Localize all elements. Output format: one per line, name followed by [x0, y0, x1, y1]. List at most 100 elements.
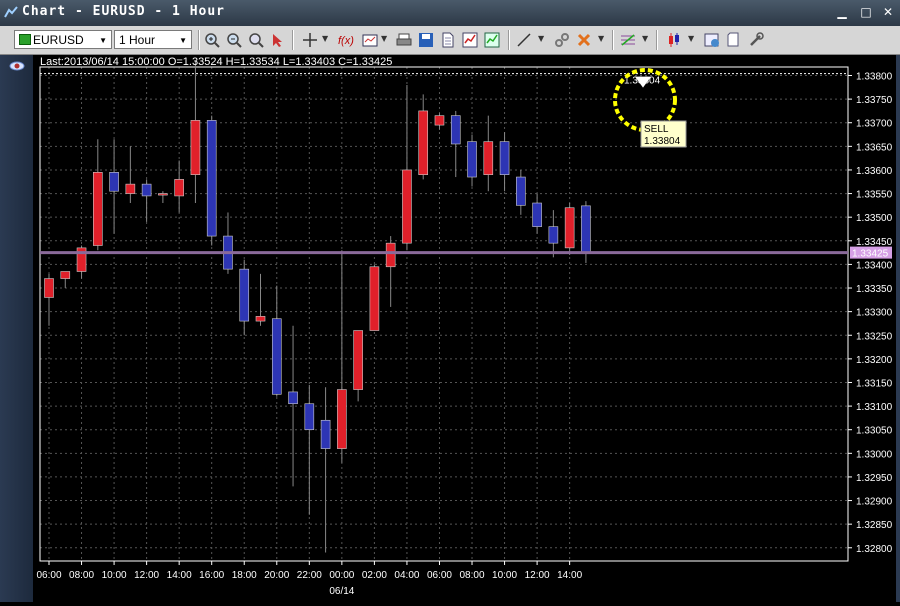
x-tick-label: 12:00	[525, 570, 550, 581]
y-tick-label: 1.33100	[856, 402, 893, 413]
y-tick-label: 1.32800	[856, 544, 893, 555]
x-tick-label: 16:00	[199, 570, 224, 581]
trendline-icon[interactable]	[516, 32, 532, 48]
close-button[interactable]: ✕	[880, 5, 896, 19]
fibonacci-dropdown-icon[interactable]: ▼	[642, 34, 648, 43]
candle-body	[337, 389, 347, 449]
y-tick-label: 1.33550	[856, 190, 893, 201]
candle-body	[369, 266, 380, 331]
document-icon[interactable]	[440, 32, 456, 48]
y-tick-label: 1.33500	[856, 213, 893, 224]
chart-line-icon[interactable]	[462, 32, 478, 48]
candle-body	[304, 403, 315, 431]
x-tick-label: 22:00	[297, 570, 322, 581]
left-sidebar	[0, 55, 33, 602]
sell-tag-price: 1.33804	[644, 136, 681, 147]
candle-body	[93, 172, 103, 246]
candles	[44, 61, 591, 553]
x-tick-label: 12:00	[134, 570, 159, 581]
delete-dropdown-icon[interactable]: ▼	[598, 34, 604, 43]
sell-tag-side: SELL	[644, 124, 669, 135]
fibonacci-icon[interactable]	[620, 32, 636, 48]
chevron-down-icon: ▼	[99, 36, 107, 45]
chevron-down-icon: ▼	[179, 36, 187, 45]
tools-icon[interactable]	[748, 32, 764, 48]
candle-body	[532, 202, 542, 227]
trendline-dropdown-icon[interactable]: ▼	[538, 34, 544, 43]
toolbar-separator	[612, 30, 614, 50]
candle-body	[125, 183, 136, 194]
overlays: 1.33804SELL1.338041.33425	[40, 68, 892, 260]
title-bar: Chart - EURUSD - 1 Hour ▁ □ ✕	[0, 0, 900, 26]
y-tick-label: 1.33250	[856, 331, 893, 342]
x-tick-label: 06:00	[36, 570, 61, 581]
timeframe-select[interactable]: 1 Hour ▼	[114, 30, 192, 49]
candle-body	[418, 110, 429, 175]
symbol-select[interactable]: EURUSD ▼	[14, 30, 112, 49]
y-tick-label: 1.33400	[856, 260, 893, 271]
candle-body	[158, 193, 168, 196]
crosshair-icon[interactable]	[302, 32, 318, 48]
zoom-in-icon[interactable]	[204, 32, 220, 48]
candle-body	[44, 278, 54, 298]
export-chart-icon[interactable]	[484, 32, 500, 48]
link-icon[interactable]	[554, 32, 570, 48]
template-icon[interactable]	[726, 32, 742, 48]
candlestick-type-icon[interactable]	[666, 32, 682, 48]
y-tick-label: 1.33200	[856, 355, 893, 366]
candle-body	[174, 179, 184, 197]
candle-body	[450, 115, 461, 145]
plot-frame	[39, 66, 849, 562]
delete-objects-icon[interactable]	[576, 32, 592, 48]
crosshair-dropdown-icon[interactable]: ▼	[322, 34, 328, 43]
toolbar-separator	[292, 30, 294, 50]
price-chart[interactable]: 1.33800 1.33750 1.33700 1.33650 1.33600 1.335…	[34, 55, 896, 602]
eye-icon[interactable]	[9, 59, 25, 73]
toolbar: EURUSD ▼ 1 Hour ▼ ▼ f(x) ▼ ▼ ▼ ▼ ▼	[0, 26, 900, 55]
candle-body	[288, 391, 298, 405]
candle-body	[564, 207, 575, 249]
settings-dropdown-icon[interactable]: ▼	[381, 34, 387, 43]
maximize-button[interactable]: □	[858, 5, 874, 19]
zoom-out-icon[interactable]	[226, 32, 242, 48]
x-tick-label: 14:00	[557, 570, 582, 581]
timeframe-value: 1 Hour	[119, 33, 156, 47]
x-tick-label: 00:00	[329, 570, 354, 581]
chart-area[interactable]: 1.33800 1.33750 1.33700 1.33650 1.33600 1.335…	[34, 55, 896, 602]
x-tick-label: 10:00	[492, 570, 517, 581]
save-icon[interactable]	[418, 32, 434, 48]
toolbar-separator	[508, 30, 510, 50]
chart-type-dropdown-icon[interactable]: ▼	[688, 34, 694, 43]
x-tick-label: 08:00	[460, 570, 485, 581]
y-tick-label: 1.33700	[856, 119, 893, 130]
y-tick-label: 1.32950	[856, 473, 893, 484]
current-price-label: 1.33425	[852, 249, 889, 260]
y-tick-label: 1.33750	[856, 95, 893, 106]
candle-body	[141, 183, 152, 197]
minimize-button[interactable]: ▁	[834, 5, 850, 19]
chart-settings-icon[interactable]	[362, 32, 378, 48]
chart-app-icon	[4, 6, 18, 18]
candle-body	[109, 172, 119, 192]
candle-body	[206, 120, 217, 237]
y-tick-label: 1.33300	[856, 308, 893, 319]
y-tick-label: 1.32900	[856, 497, 893, 508]
symbol-icon	[19, 34, 31, 45]
y-tick-label: 1.33350	[856, 284, 893, 295]
print-icon[interactable]	[396, 32, 412, 48]
y-tick-label: 1.33150	[856, 378, 893, 389]
date-label: 06/14	[329, 586, 354, 597]
cursor-icon[interactable]	[270, 32, 286, 48]
y-tick-label: 1.33650	[856, 142, 893, 153]
x-tick-label: 02:00	[362, 570, 387, 581]
x-tick-label: 06:00	[427, 570, 452, 581]
y-tick-label: 1.33800	[856, 72, 893, 83]
candle-body	[385, 242, 396, 268]
properties-icon[interactable]	[704, 32, 720, 48]
zoom-fit-icon[interactable]	[248, 32, 264, 48]
indicator-fx-icon[interactable]: f(x)	[338, 32, 354, 48]
candle-body	[467, 141, 477, 178]
x-tick-label: 20:00	[264, 570, 289, 581]
candle-body	[190, 120, 201, 175]
x-tick-label: 10:00	[102, 570, 127, 581]
